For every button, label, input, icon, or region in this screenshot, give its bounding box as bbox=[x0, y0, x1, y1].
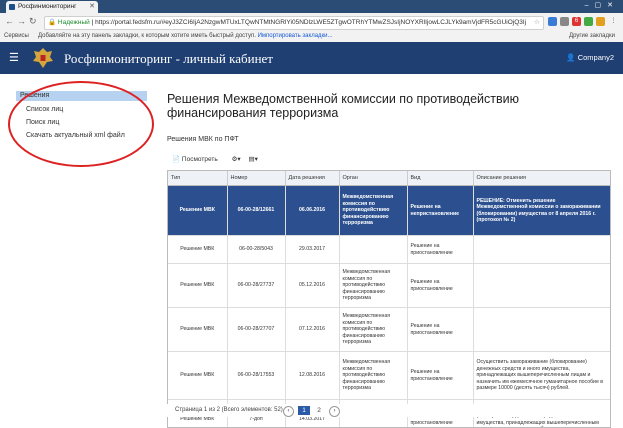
export-icon[interactable]: ▤▾ bbox=[248, 156, 257, 163]
browser-tab[interactable]: Росфинмониторинг ✕ bbox=[6, 1, 98, 13]
cell-type: Решение МВК bbox=[168, 352, 227, 400]
sidebar-item-persons-list[interactable]: Список лиц bbox=[26, 106, 63, 113]
other-bookmarks[interactable]: Другие закладки bbox=[569, 31, 615, 42]
cell-description: РЕШЕНИЕ: Отменить решение Межведомственн… bbox=[473, 186, 610, 236]
address-bar-row: ← → ↻ 🔒 Надежный | https://portal.fedsfm… bbox=[0, 13, 623, 32]
table-row[interactable]: Решение МВК 06-00-28/27707 07.12.2016 Ме… bbox=[168, 308, 610, 352]
cell-date: 29.03.2017 bbox=[285, 236, 339, 264]
hamburger-menu-icon[interactable]: ☰ bbox=[9, 51, 19, 64]
grid-toolbar: 📄 Посмотреть ⚙▾ ▤▾ bbox=[172, 155, 264, 165]
window-controls[interactable]: –▢✕ bbox=[585, 1, 619, 9]
page-button[interactable]: 2 bbox=[313, 406, 325, 415]
back-icon[interactable]: ← bbox=[5, 16, 14, 26]
pager: Страница 1 из 2 (Всего элементов: 52) ‹ … bbox=[167, 404, 609, 417]
cell-kind: Решение на непристановление bbox=[407, 186, 473, 236]
cell-kind: Решение на приостановление bbox=[407, 236, 473, 264]
cell-kind: Решение на приостановление bbox=[407, 264, 473, 308]
cell-description bbox=[473, 308, 610, 352]
user-name: Company2 bbox=[578, 53, 614, 62]
cell-type: Решение МВК bbox=[168, 308, 227, 352]
app-title: Росфинмониторинг - личный кабинет bbox=[64, 51, 273, 67]
cell-number: 06-00-28/17553 bbox=[227, 352, 285, 400]
cell-date: 05.12.2016 bbox=[285, 264, 339, 308]
cell-organ: Межведомственная комиссия по противодейс… bbox=[339, 264, 407, 308]
column-header-organ[interactable]: Орган bbox=[339, 171, 407, 186]
column-header-type[interactable]: Тип bbox=[168, 171, 227, 186]
import-bookmarks-link[interactable]: Импортировать закладки... bbox=[258, 33, 333, 39]
cell-type: Решение МВК bbox=[168, 236, 227, 264]
cell-kind: Решение на приостановление bbox=[407, 352, 473, 400]
cell-number: 06-00-28/27707 bbox=[227, 308, 285, 352]
favicon-icon bbox=[9, 4, 15, 10]
cell-kind: Решение на приостановление bbox=[407, 308, 473, 352]
cell-organ: Межведомственная комиссия по противодейс… bbox=[339, 186, 407, 236]
tab-title: Росфинмониторинг bbox=[18, 3, 77, 10]
cell-type: Решение МВК bbox=[168, 186, 227, 236]
page-title: Решения Межведомственной комиссии по про… bbox=[167, 92, 567, 120]
cell-description bbox=[473, 236, 610, 264]
sidebar: Решения Список лиц Поиск лиц Скачать акт… bbox=[16, 86, 152, 166]
view-button-label: Посмотреть bbox=[182, 156, 218, 163]
cell-organ: Межведомственная комиссия по противодейс… bbox=[339, 352, 407, 400]
column-header-description[interactable]: Описание решения bbox=[473, 171, 610, 186]
sidebar-item-person-search[interactable]: Поиск лиц bbox=[26, 119, 59, 126]
extension-icon[interactable] bbox=[548, 17, 557, 26]
table-row[interactable]: Решение МВК 06-00-28/12661 06.06.2016 Ме… bbox=[168, 186, 610, 236]
cell-description bbox=[473, 264, 610, 308]
cell-number: 06-00-28/5043 bbox=[227, 236, 285, 264]
column-header-date[interactable]: Дата решения bbox=[285, 171, 339, 186]
address-field[interactable]: 🔒 Надежный | https://portal.fedsfm.ru/#e… bbox=[44, 16, 544, 30]
close-tab-icon[interactable]: ✕ bbox=[89, 1, 95, 13]
sidebar-item-download-xml[interactable]: Скачать актуальный xml файл bbox=[26, 132, 125, 139]
user-menu[interactable]: 👤 Company2 bbox=[566, 53, 614, 62]
apps-link[interactable]: Сервисы bbox=[4, 31, 29, 42]
cell-date: 12.08.2016 bbox=[285, 352, 339, 400]
page-button[interactable]: 1 bbox=[298, 406, 310, 415]
extension-badge-icon[interactable]: 6 bbox=[572, 17, 581, 26]
cell-number: 06-00-28/27737 bbox=[227, 264, 285, 308]
view-button[interactable]: 📄 Посмотреть bbox=[172, 156, 224, 163]
browser-tab-bar: Росфинмониторинг ✕ –▢✕ bbox=[0, 0, 623, 13]
extension-icon[interactable] bbox=[560, 17, 569, 26]
cell-date: 06.06.2016 bbox=[285, 186, 339, 236]
column-header-kind[interactable]: Вид bbox=[407, 171, 473, 186]
bookmark-star-icon[interactable]: ☆ bbox=[534, 17, 540, 29]
table-row[interactable]: Решение МВК 06-00-28/17553 12.08.2016 Ме… bbox=[168, 352, 610, 400]
pager-info: Страница 1 из 2 (Всего элементов: 52) bbox=[175, 404, 283, 417]
decisions-table: Тип Номер Дата решения Орган Вид Описани… bbox=[167, 170, 611, 428]
cell-description: Осуществить замораживание (блокирование)… bbox=[473, 352, 610, 400]
column-header-number[interactable]: Номер bbox=[227, 171, 285, 186]
url-text: https://portal.fedsfm.ru/#eyJ3ZCI6IjA2Nz… bbox=[95, 19, 526, 26]
bookmark-hint-text: Добавляйте на эту панель закладки, к кот… bbox=[38, 33, 256, 39]
table-row[interactable]: Решение МВК 06-00-28/5043 29.03.2017 Реш… bbox=[168, 236, 610, 264]
menu-icon[interactable]: ⋮ bbox=[609, 17, 618, 26]
app-header: ☰ Росфинмониторинг - личный кабинет 👤 Co… bbox=[0, 42, 623, 74]
emblem-logo-icon bbox=[30, 45, 56, 71]
section-subheading: Решения МВК по ПФТ bbox=[167, 136, 239, 143]
settings-icon[interactable]: ⚙▾ bbox=[232, 156, 241, 163]
sidebar-item-decisions[interactable]: Решения bbox=[16, 91, 147, 101]
cell-organ bbox=[339, 236, 407, 264]
cell-organ: Межведомственная комиссия по противодейс… bbox=[339, 308, 407, 352]
extension-icon[interactable] bbox=[596, 17, 605, 26]
forward-icon[interactable]: → bbox=[17, 16, 26, 26]
extension-icon[interactable] bbox=[584, 17, 593, 26]
table-row[interactable]: Решение МВК 06-00-28/27737 05.12.2016 Ме… bbox=[168, 264, 610, 308]
reload-icon[interactable]: ↻ bbox=[29, 16, 37, 27]
lock-icon: 🔒 bbox=[48, 19, 56, 26]
next-page-icon[interactable]: › bbox=[329, 406, 340, 417]
bookmark-hint: Добавляйте на эту панель закладки, к кот… bbox=[38, 31, 333, 42]
cell-type: Решение МВК bbox=[168, 264, 227, 308]
secure-label: Надежный bbox=[58, 19, 90, 26]
cell-number: 06-00-28/12661 bbox=[227, 186, 285, 236]
cell-date: 07.12.2016 bbox=[285, 308, 339, 352]
prev-page-icon[interactable]: ‹ bbox=[283, 406, 294, 417]
